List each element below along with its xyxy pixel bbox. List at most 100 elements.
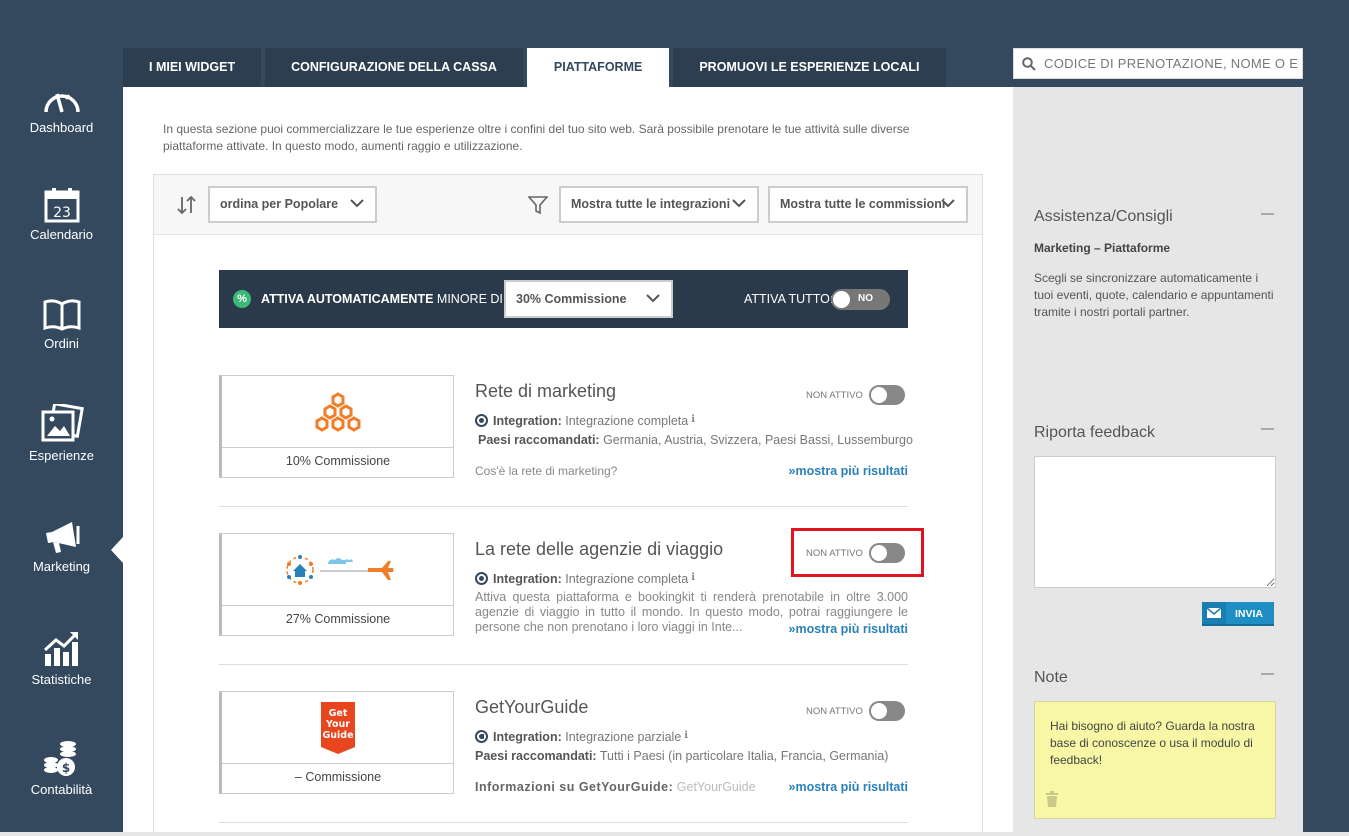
assist-text: Scegli se sincronizzare automaticamente …	[1034, 271, 1274, 319]
sort-select[interactable]: ordina per Popolare	[208, 186, 377, 223]
activate-all-label: ATTIVA TUTTO:	[744, 292, 834, 306]
auto-commission-value: 30% Commissione	[516, 292, 627, 306]
toggle-status: NON ATTIVO	[806, 706, 863, 717]
collapse-note-button[interactable]	[1261, 673, 1274, 675]
toggle-switch	[869, 701, 905, 721]
travel-agencies-logo	[222, 534, 454, 606]
sidebar-item-label: Marketing	[32, 559, 91, 574]
tab-platforms[interactable]: PIATTAFORME	[526, 48, 670, 87]
sidebar-item-contabilita[interactable]: $ Contabilità	[0, 738, 123, 828]
platform-toggle[interactable]: NON ATTIVO	[804, 701, 905, 721]
show-more-link[interactable]: »mostra più risultati	[784, 622, 908, 636]
assist-subtitle: Marketing – Piattaforme	[1034, 241, 1171, 255]
commission-label: 27% Commissione	[285, 612, 391, 626]
svg-text:Guide: Guide	[322, 730, 353, 741]
sidebar-item-statistiche[interactable]: Statistiche	[0, 630, 123, 720]
book-icon	[43, 299, 80, 331]
collapse-feedback-button[interactable]	[1261, 428, 1274, 430]
activate-all-toggle[interactable]: NO	[831, 289, 890, 310]
collapse-assist-button[interactable]	[1261, 213, 1274, 215]
platform-info: Informazioni su GetYourGuide: GetYourGui…	[475, 780, 756, 794]
toggle-status: NON ATTIVO	[806, 390, 863, 401]
filter-bar: ordina per Popolare Mostra tutte le inte…	[154, 175, 982, 235]
platform-toggle[interactable]: NON ATTIVO	[804, 385, 905, 405]
filter-icon	[528, 196, 548, 214]
getyourguide-logo: Get Your Guide	[222, 692, 454, 764]
intro-text: In questa sezione puoi commercializzare …	[163, 122, 910, 153]
tab-promote-local[interactable]: PROMUOVI LE ESPERIENZE LOCALI	[673, 48, 946, 87]
info-icon[interactable]: ℹ	[691, 414, 695, 425]
integration-row: Integration: Integrazione parziale ℹ	[475, 730, 688, 744]
recommended-countries: Paesi raccomandati: Tutti i Paesi (in pa…	[475, 749, 889, 763]
assist-title: Assistenza/Consigli	[1034, 208, 1173, 225]
main-panel: In questa sezione puoi commercializzare …	[123, 87, 1013, 836]
info-icon[interactable]: ℹ	[691, 572, 695, 583]
commissions-select-value: Mostra tutte le commissioni	[780, 197, 946, 211]
show-more-link[interactable]: »mostra più risultati	[784, 464, 908, 478]
tab-bar: I MIEI WIDGET CONFIGURAZIONE DELLA CASSA…	[123, 48, 950, 87]
calendar-icon: 23	[44, 188, 79, 223]
envelope-icon	[1202, 602, 1226, 624]
speedometer-icon	[43, 93, 80, 113]
auto-commission-select[interactable]: 30% Commissione	[504, 280, 673, 318]
sidebar-item-label: Contabilità	[30, 782, 93, 797]
full-integration-icon	[475, 414, 488, 427]
info-icon[interactable]: ℹ	[684, 730, 688, 741]
toggle-state: NO	[858, 293, 873, 304]
sidebar-item-ordini[interactable]: Ordini	[0, 298, 123, 388]
platform-title: Rete di marketing	[475, 381, 617, 401]
sort-icon	[177, 195, 196, 215]
platform-title: La rete delle agenzie di viaggio	[475, 539, 724, 559]
chevron-down-icon	[646, 294, 660, 303]
platform-item-getyourguide: Get Your Guide – Commissione GetYourGuid…	[219, 691, 908, 823]
sidebar-item-label: Ordini	[44, 336, 79, 351]
recommended-countries: Paesi raccomandati: Germania, Austria, S…	[478, 433, 913, 447]
integrations-select[interactable]: Mostra tutte le integrazioni	[559, 186, 759, 223]
partial-integration-icon	[475, 730, 488, 743]
tab-checkout-config[interactable]: CONFIGURAZIONE DELLA CASSA	[265, 48, 523, 87]
chevron-down-icon	[732, 199, 746, 208]
tab-widget[interactable]: I MIEI WIDGET	[123, 48, 262, 87]
feedback-title: Riporta feedback	[1034, 424, 1155, 441]
commissions-select[interactable]: Mostra tutte le commissioni	[768, 186, 968, 223]
platform-logo-card[interactable]: Get Your Guide – Commissione	[219, 691, 454, 794]
right-panel: Assistenza/Consigli Marketing – Piattafo…	[1013, 87, 1303, 836]
marketing-network-logo	[222, 376, 454, 448]
coins-icon: $	[43, 741, 76, 776]
highlight-box	[791, 528, 924, 577]
integration-row: Integration: Integrazione completa ℹ	[475, 572, 695, 586]
active-indicator	[111, 537, 123, 563]
photos-icon	[41, 404, 84, 442]
sidebar-item-esperienze[interactable]: Esperienze	[0, 404, 123, 494]
note-title: Note	[1034, 669, 1068, 686]
svg-text:Your: Your	[325, 719, 350, 730]
platform-logo-card[interactable]: 10% Commissione	[219, 375, 454, 478]
search-icon	[1022, 56, 1036, 71]
sidebar: Dashboard 23 Calendario Ordini Esperienz…	[0, 0, 123, 836]
platform-title: GetYourGuide	[475, 697, 589, 717]
commission-label: – Commissione	[294, 770, 382, 784]
platform-list-box: ordina per Popolare Mostra tutte le inte…	[153, 174, 983, 836]
trash-icon[interactable]	[1045, 791, 1059, 807]
sidebar-item-calendario[interactable]: 23 Calendario	[0, 187, 123, 277]
marketing-network-question[interactable]: Cos'è la rete di marketing?	[475, 464, 617, 478]
search-input[interactable]	[1044, 56, 1299, 71]
platform-logo-card[interactable]: 27% Commissione	[219, 533, 454, 636]
sort-select-value: ordina per Popolare	[220, 197, 339, 211]
full-integration-icon	[475, 572, 488, 585]
note-box[interactable]: Hai bisogno di aiuto? Guarda la nostra b…	[1034, 701, 1276, 819]
send-feedback-button[interactable]: INVIA	[1202, 602, 1274, 626]
note-text: Hai bisogno di aiuto? Guarda la nostra b…	[1050, 719, 1255, 767]
auto-activate-bar: % ATTIVA AUTOMATICAMENTE MINORE DI 30% C…	[219, 270, 908, 328]
feedback-textarea[interactable]	[1034, 456, 1276, 588]
integrations-select-value: Mostra tutte le integrazioni	[571, 197, 731, 211]
toggle-switch	[869, 385, 905, 405]
sidebar-item-dashboard[interactable]: Dashboard	[0, 86, 123, 176]
integration-row: Integration: Integrazione completa ℹ	[475, 414, 695, 428]
sidebar-item-marketing[interactable]: Marketing	[0, 517, 123, 607]
sidebar-item-label: Dashboard	[29, 120, 94, 135]
show-more-link[interactable]: »mostra più risultati	[784, 780, 908, 794]
svg-text:Get: Get	[329, 708, 348, 719]
svg-text:$: $	[61, 761, 69, 775]
svg-text:23: 23	[53, 205, 71, 221]
